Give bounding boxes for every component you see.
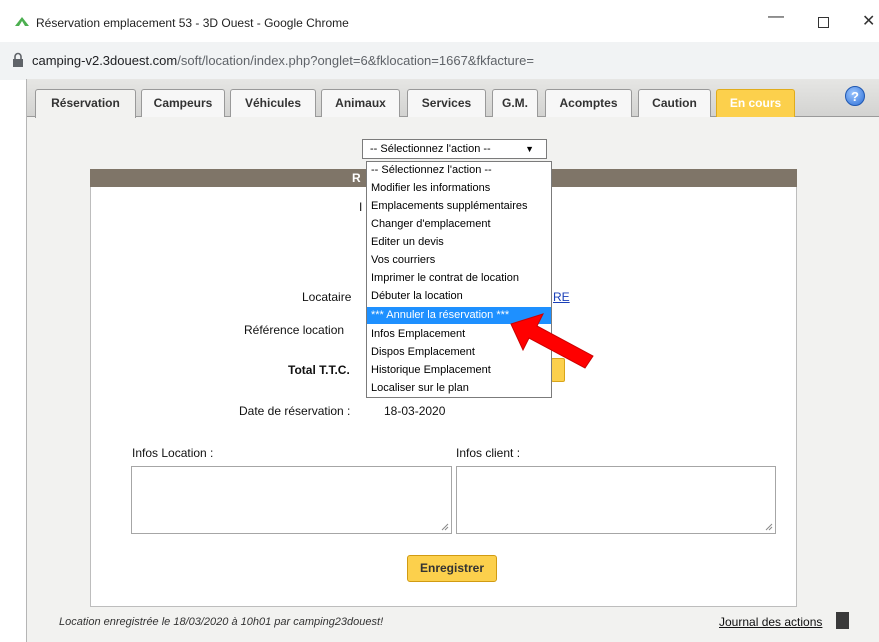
browser-window: Réservation emplacement 53 - 3D Ouest - … [0,0,879,642]
resize-grip-icon[interactable] [441,523,449,531]
tab-campeurs[interactable]: Campeurs [141,89,225,117]
tab-services[interactable]: Services [407,89,486,117]
dropdown-option[interactable]: Emplacements supplémentaires [367,198,551,215]
journal-icon[interactable] [836,612,849,629]
chevron-down-icon: ▼ [525,144,534,154]
infos-location-textarea[interactable] [131,466,452,534]
date-value: 18-03-2020 [384,404,446,418]
dropdown-option[interactable]: Débuter la location [367,288,551,305]
title-bar: Réservation emplacement 53 - 3D Ouest - … [0,0,879,42]
minimize-icon[interactable]: — [764,8,788,26]
locataire-link[interactable]: RE [553,290,570,304]
close-icon[interactable]: ✕ [862,11,875,31]
dropdown-option[interactable]: Vos courriers [367,252,551,269]
tab-acomptes[interactable]: Acomptes [545,89,632,117]
tab-en-cours[interactable]: En cours [716,89,795,117]
status-text: Location enregistrée le 18/03/2020 à 10h… [59,616,384,628]
panel-header-text: R [352,171,361,185]
dropdown-option[interactable]: Modifier les informations [367,180,551,197]
infos-location-label: Infos Location : [132,446,214,460]
url-path: /soft/location/index.php?onglet=6&fkloca… [177,53,534,68]
save-button[interactable]: Enregistrer [407,555,497,582]
date-label: Date de réservation : [239,404,351,418]
tab-gm[interactable]: G.M. [492,89,538,117]
tab-reservation[interactable]: Réservation [35,89,136,118]
red-arrow-icon [510,313,594,369]
dropdown-option[interactable]: Changer d'emplacement [367,216,551,233]
resize-grip-icon[interactable] [765,523,773,531]
total-label: Total T.T.C. [288,363,350,377]
infos-client-textarea[interactable] [456,466,776,534]
dropdown-option[interactable]: Imprimer le contrat de location [367,270,551,287]
panel-body-fragment: I [359,200,363,214]
dropdown-option[interactable]: -- Sélectionnez l'action -- [367,162,551,179]
lock-icon [13,52,23,67]
help-icon[interactable]: ? [845,86,865,106]
address-bar: camping-v2.3douest.com/soft/location/ind… [0,42,879,80]
journal-link[interactable]: Journal des actions [719,615,822,629]
action-select-value: -- Sélectionnez l'action -- [370,143,491,155]
dropdown-option[interactable]: Localiser sur le plan [367,380,551,397]
camping-tent-icon [15,17,29,26]
maximize-icon[interactable] [818,17,829,28]
locataire-label: Locataire [302,290,352,304]
tab-vehicules[interactable]: Véhicules [230,89,316,117]
url-host: camping-v2.3douest.com [32,53,178,68]
infos-client-label: Infos client : [456,446,521,460]
action-select[interactable]: -- Sélectionnez l'action -- ▼ [362,139,547,159]
url-text[interactable]: camping-v2.3douest.com/soft/location/ind… [32,53,534,68]
reference-label: Référence location [244,323,345,337]
dropdown-option[interactable]: Editer un devis [367,234,551,251]
tab-bar: Réservation Campeurs Véhicules Animaux S… [27,79,879,118]
tab-animaux[interactable]: Animaux [321,89,400,117]
window-title: Réservation emplacement 53 - 3D Ouest - … [36,16,349,30]
tab-caution[interactable]: Caution [638,89,711,117]
